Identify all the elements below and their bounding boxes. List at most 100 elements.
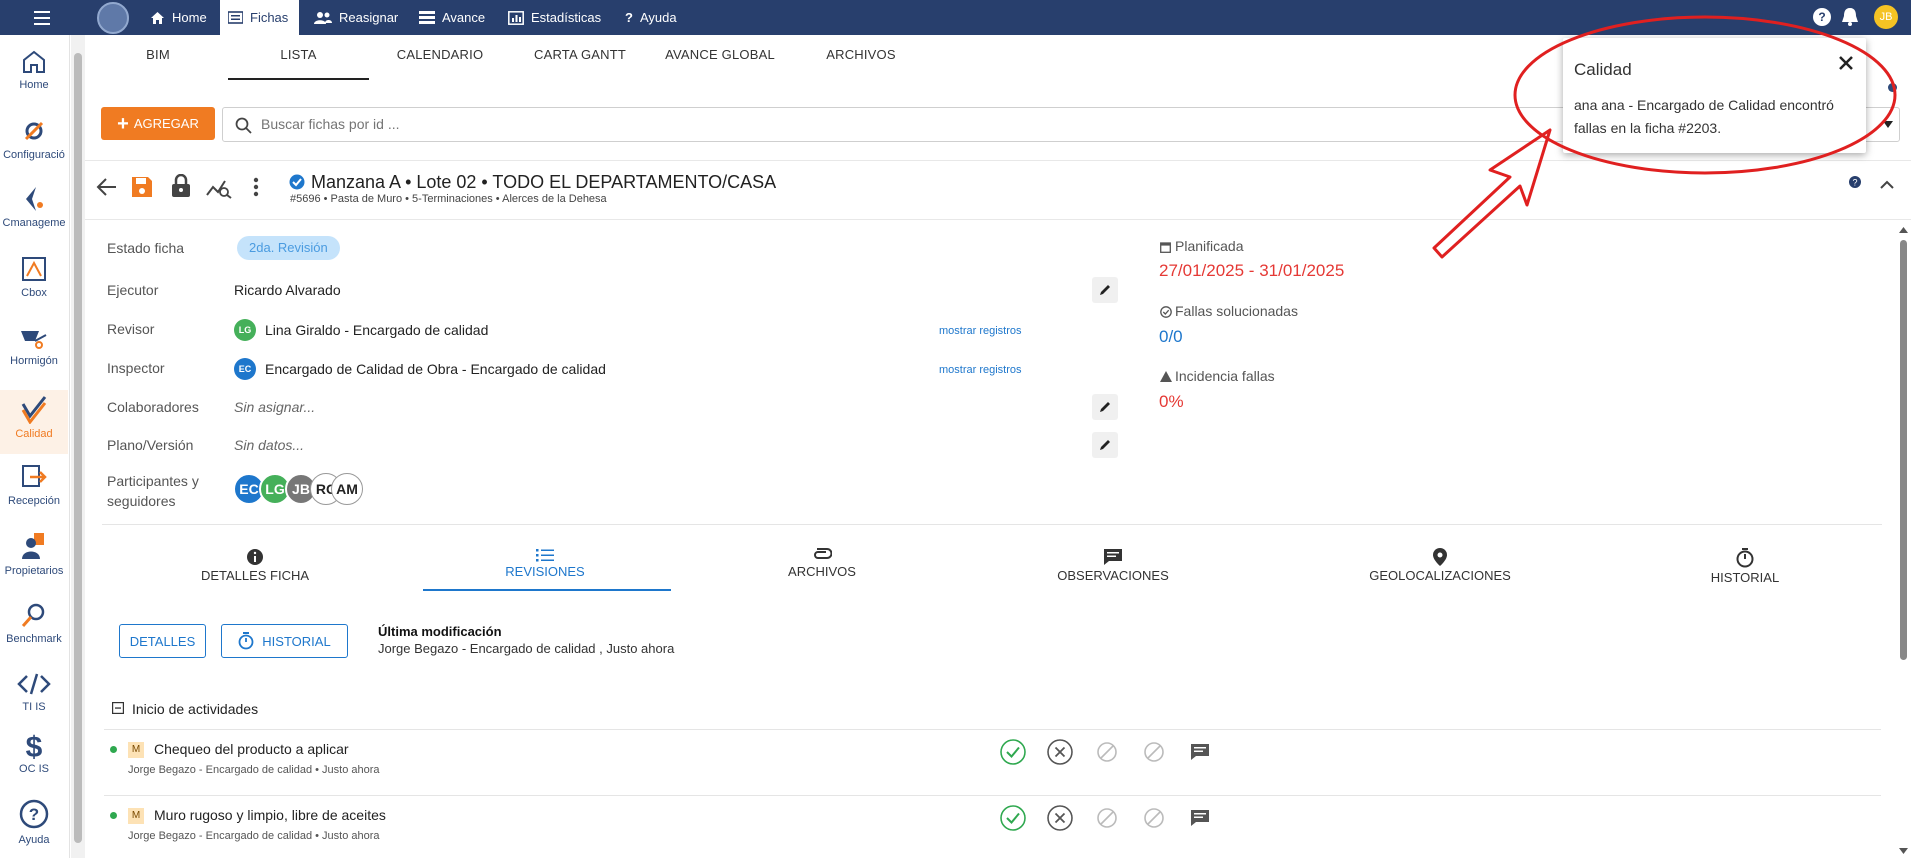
historial-button[interactable]: HISTORIAL (221, 624, 348, 658)
mostrar-registros-inspector-link[interactable]: mostrar registros (939, 364, 1022, 376)
comment-icon[interactable] (1189, 742, 1211, 762)
sidebar-item-calidad[interactable]: Calidad (0, 390, 68, 454)
not-applicable-icon[interactable] (1141, 739, 1167, 765)
tab-detalles-ficha[interactable]: DETALLES FICHA (195, 548, 315, 583)
sidebar-item-label: Configuració (3, 149, 65, 161)
back-arrow-icon[interactable] (96, 177, 118, 197)
tab-avance-global[interactable]: AVANCE GLOBAL (655, 47, 785, 80)
tab-lista[interactable]: LISTA (228, 47, 369, 80)
tab-label: DETALLES FICHA (200, 568, 310, 583)
save-icon[interactable] (131, 176, 153, 198)
main-scrollbar[interactable] (1896, 225, 1911, 858)
app-logo[interactable] (97, 2, 129, 34)
tab-label: REVISIONES (505, 564, 585, 579)
section-tabs (102, 524, 1882, 594)
nav-ayuda[interactable]: ? Ayuda (617, 0, 685, 35)
participant-avatar[interactable]: AM (331, 473, 363, 505)
sidebar-item-label: Propietarios (4, 565, 64, 577)
reject-icon[interactable] (1047, 739, 1073, 765)
avatar-revisor: LG (234, 319, 256, 341)
mostrar-registros-revisor-link[interactable]: mostrar registros (939, 325, 1022, 337)
cmanagement-icon (26, 187, 43, 211)
list-icon (228, 11, 243, 24)
help-icon: ? (19, 799, 49, 829)
not-applicable-icon[interactable] (1141, 805, 1167, 831)
sidebar-item-oc-is[interactable]: $ OC IS (0, 733, 68, 776)
nav-estadisticas-label: Estadísticas (531, 10, 602, 25)
list-icon (536, 549, 554, 562)
annotation-overlay (1432, 15, 1897, 259)
active-tab-indicator (423, 589, 671, 591)
edit-plano-button[interactable] (1092, 432, 1118, 458)
item-meta: Jorge Begazo - Encargado de calidad • Ju… (128, 830, 380, 842)
incidencia-value: 0% (1159, 392, 1184, 411)
sidebar-item-cmanagement[interactable]: Cmanageme (0, 185, 68, 229)
check-circle-icon (1160, 306, 1172, 318)
tab-historial[interactable]: HISTORIAL (1695, 548, 1795, 585)
planificada-label: Planificada (1175, 238, 1244, 254)
nav-estadisticas[interactable]: Estadísticas (500, 0, 609, 35)
search-icon (235, 117, 252, 134)
add-button-label: AGREGAR (133, 116, 199, 131)
more-vertical-icon[interactable] (253, 177, 259, 197)
sidebar-item-ti-is[interactable]: TI IS (0, 671, 68, 713)
ficha-title: Manzana A • Lote 02 • TODO EL DEPARTAMEN… (311, 172, 777, 192)
sidebar-item-label: Hormigón (10, 355, 58, 367)
approve-icon[interactable] (1000, 805, 1026, 831)
reject-icon[interactable] (1047, 805, 1073, 831)
sidebar-scroll-thumb[interactable] (74, 53, 82, 843)
edit-colaboradores-button[interactable] (1092, 394, 1118, 420)
sidebar-item-recepcion[interactable]: Recepción (0, 463, 68, 507)
sidebar-item-label: OC IS (19, 763, 49, 775)
svg-text:?: ? (29, 805, 39, 824)
tab-archivos-ficha[interactable]: ARCHIVOS (772, 548, 872, 579)
add-button[interactable]: + AGREGAR (101, 107, 215, 140)
tab-calendario[interactable]: CALENDARIO (385, 47, 495, 80)
detalles-button[interactable]: DETALLES (119, 624, 206, 658)
trend-search-icon[interactable] (206, 177, 232, 199)
nav-avance[interactable]: Avance (411, 0, 493, 35)
search-input[interactable] (261, 116, 1261, 132)
sidebar-item-ayuda[interactable]: ? Ayuda (0, 798, 68, 846)
approve-icon[interactable] (1000, 739, 1026, 765)
ficha-subtitle: #5696 • Pasta de Muro • 5-Terminaciones … (290, 193, 607, 205)
sidebar-item-configuracion[interactable]: Configuració (0, 117, 68, 161)
home-icon (23, 50, 45, 73)
verified-check-icon (289, 174, 305, 190)
sidebar-item-benchmark[interactable]: Benchmark (0, 601, 68, 645)
status-dot (110, 746, 117, 753)
reception-icon (22, 465, 47, 487)
plano-label: Plano/Versión (107, 437, 194, 453)
sidebar-scrollbar[interactable] (71, 35, 85, 858)
sidebar-item-hormigon[interactable]: Hormigón (0, 323, 68, 367)
list-item (104, 729, 1881, 795)
nav-fichas[interactable]: Fichas (220, 0, 299, 35)
sidebar-item-home[interactable]: Home (0, 49, 68, 91)
tab-archivos[interactable]: ARCHIVOS (810, 47, 912, 80)
menu-icon[interactable] (22, 6, 60, 30)
nav-home[interactable]: Home (142, 0, 215, 35)
tab-observaciones[interactable]: OBSERVACIONES (1053, 548, 1173, 583)
not-applicable-icon[interactable] (1094, 805, 1120, 831)
comment-icon[interactable] (1189, 808, 1211, 828)
nav-reasignar[interactable]: Reasignar (306, 0, 406, 35)
sidebar-item-propietarios[interactable]: Propietarios (0, 531, 68, 577)
sidebar-item-cbox[interactable]: Cbox (0, 255, 68, 299)
status-badge: 2da. Revisión (237, 236, 340, 260)
quality-icon (21, 396, 47, 424)
lock-icon[interactable] (171, 174, 191, 198)
code-icon (17, 673, 51, 695)
info-icon (247, 549, 263, 565)
tab-bim[interactable]: BIM (128, 47, 188, 80)
collapse-square-icon[interactable] (112, 702, 124, 714)
participantes-label-2: seguidores (107, 493, 176, 509)
not-applicable-icon[interactable] (1094, 739, 1120, 765)
tab-carta-gantt[interactable]: CARTA GANTT (525, 47, 635, 80)
plus-icon: + (117, 112, 129, 135)
comment-icon (1104, 549, 1122, 565)
sidebar: Home Configuració Cmanageme Cbox Hormigó… (0, 35, 70, 858)
edit-ejecutor-button[interactable] (1092, 277, 1118, 303)
tab-revisiones[interactable]: REVISIONES (495, 548, 595, 579)
tab-geolocalizaciones[interactable]: GEOLOCALIZACIONES (1365, 548, 1515, 583)
status-dot (110, 812, 117, 819)
